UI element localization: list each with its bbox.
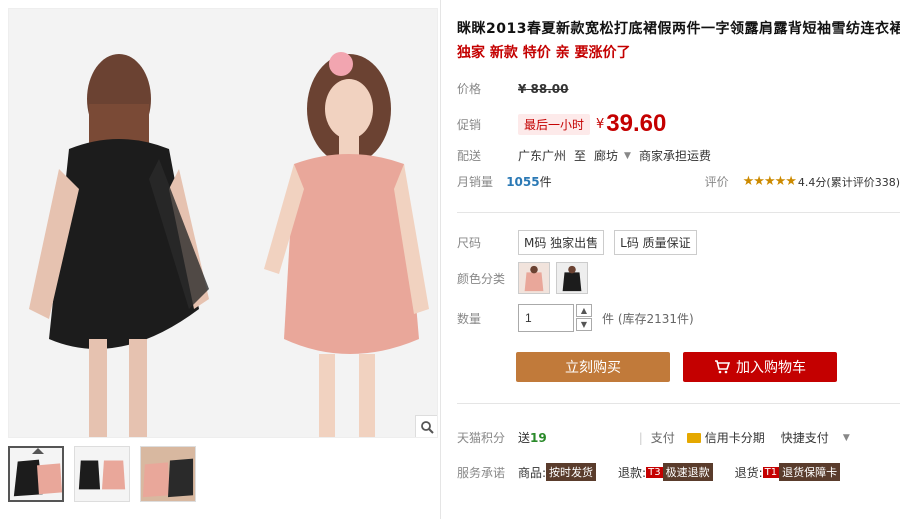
separator: | (638, 430, 643, 445)
return-guarantee-badge[interactable]: 退货保障卡 (779, 463, 841, 481)
product-header: 眯眯2013春夏新款宽松打底裙假两件一字领露肩露背短袖雪纺连衣裙 独家 新款 特… (457, 18, 900, 62)
points-value: 19 (530, 430, 547, 445)
increase-icon[interactable]: ▲ (576, 304, 592, 317)
chevron-down-icon[interactable]: ▼ (624, 151, 631, 161)
product-main-image[interactable] (8, 8, 438, 438)
rating-score[interactable]: 4.4分(累计评价338) (798, 174, 900, 190)
size-label: 尺码 (457, 236, 482, 250)
chevron-down-icon[interactable]: ▼ (843, 433, 850, 443)
sales-count: 1055 (506, 174, 540, 189)
quantity-label: 数量 (457, 311, 482, 326)
delivery-from: 广东广州 (518, 149, 567, 163)
cart-label: 加入购物车 (736, 360, 806, 376)
promotion-price: 39.60 (606, 110, 667, 137)
color-label: 颜色分类 (457, 271, 506, 286)
thumbnail-strip (8, 446, 196, 508)
t3-badge: T3 (646, 466, 663, 478)
on-time-badge[interactable]: 按时发货 (546, 463, 597, 481)
thumbnail-2[interactable] (74, 446, 130, 502)
fast-refund-badge[interactable]: 极速退款 (662, 463, 713, 481)
delivery-row: 配送 广东广州 至 廊坊 ▼ 商家承担运费 (457, 147, 711, 164)
color-row: 颜色分类 (457, 262, 594, 294)
points-row: 天猫积分 送 19 | 支付 信用卡分期 快捷支付 ▼ (457, 429, 900, 446)
product-title: 眯眯2013春夏新款宽松打底裙假两件一字领露肩露背短袖雪纺连衣裙 (457, 21, 900, 37)
promo-text: 独家 新款 特价 亲 要涨价了 (457, 45, 631, 61)
price-row: 价格 ¥ 88.00 (457, 80, 569, 97)
shipping-note: 商家承担运费 (638, 149, 711, 163)
last-hour-tag: 最后一小时 (518, 113, 591, 135)
thumbnail-3[interactable] (140, 446, 196, 502)
product-photo (9, 9, 437, 437)
service-row: 服务承诺 商品: 按时发货 退款: T3 极速退款 退货: T1 退货保障卡 (457, 463, 841, 481)
star-rating-icon: ★★★★★ (742, 174, 797, 189)
original-price: ¥ 88.00 (518, 81, 569, 96)
divider (457, 212, 900, 213)
refund-label: 退款: (618, 465, 647, 480)
add-to-cart-button[interactable]: 加入购物车 (683, 352, 837, 382)
promotion-label: 促销 (457, 117, 482, 132)
buy-now-button[interactable]: 立刻购买 (516, 352, 670, 382)
pay-label: 支付 (650, 431, 675, 445)
quantity-input[interactable]: 1 (518, 304, 574, 332)
stock-text: 件 (库存2131件) (602, 311, 694, 326)
t1-badge: T1 (762, 466, 780, 478)
goods-label: 商品: (518, 465, 547, 480)
color-swatch-pink[interactable] (518, 262, 550, 294)
delivery-destination[interactable]: 廊坊 (594, 147, 618, 164)
quantity-stepper: ▲ ▼ (576, 304, 592, 332)
credit-installment[interactable]: 信用卡分期 (705, 429, 765, 446)
return-label: 退货: (734, 465, 763, 480)
currency-symbol: ¥ (596, 116, 605, 132)
sales-label: 月销量 (457, 175, 494, 189)
quantity-row: 数量 1 ▲ ▼ 件 (库存2131件) (457, 304, 694, 332)
delivery-to-word: 至 (574, 149, 587, 163)
service-label: 服务承诺 (457, 465, 506, 480)
divider (440, 0, 441, 519)
credit-card-icon (686, 432, 701, 443)
thumbnail-1[interactable] (8, 446, 64, 502)
delivery-label: 配送 (457, 149, 482, 163)
zoom-icon[interactable] (415, 415, 437, 437)
price-label: 价格 (457, 82, 482, 96)
decrease-icon[interactable]: ▼ (576, 318, 592, 331)
points-label: 天猫积分 (457, 431, 506, 445)
color-swatch-black[interactable] (556, 262, 588, 294)
sales-row: 月销量 1055 件 评价 ★★★★★ 4.4分(累计评价338) (457, 173, 900, 190)
promotion-row: 促销 最后一小时 ¥ 39.60 (457, 110, 666, 138)
points-prefix: 送 (518, 431, 531, 445)
size-option-l[interactable]: L码 质量保证 (614, 230, 697, 255)
divider (457, 403, 900, 404)
quick-pay[interactable]: 快捷支付 (781, 429, 829, 446)
rating-label: 评价 (704, 175, 729, 189)
cart-icon (715, 360, 730, 374)
size-option-m[interactable]: M码 独家出售 (518, 230, 605, 255)
size-row: 尺码 M码 独家出售 L码 质量保证 (457, 230, 707, 255)
sales-unit: 件 (539, 175, 552, 189)
